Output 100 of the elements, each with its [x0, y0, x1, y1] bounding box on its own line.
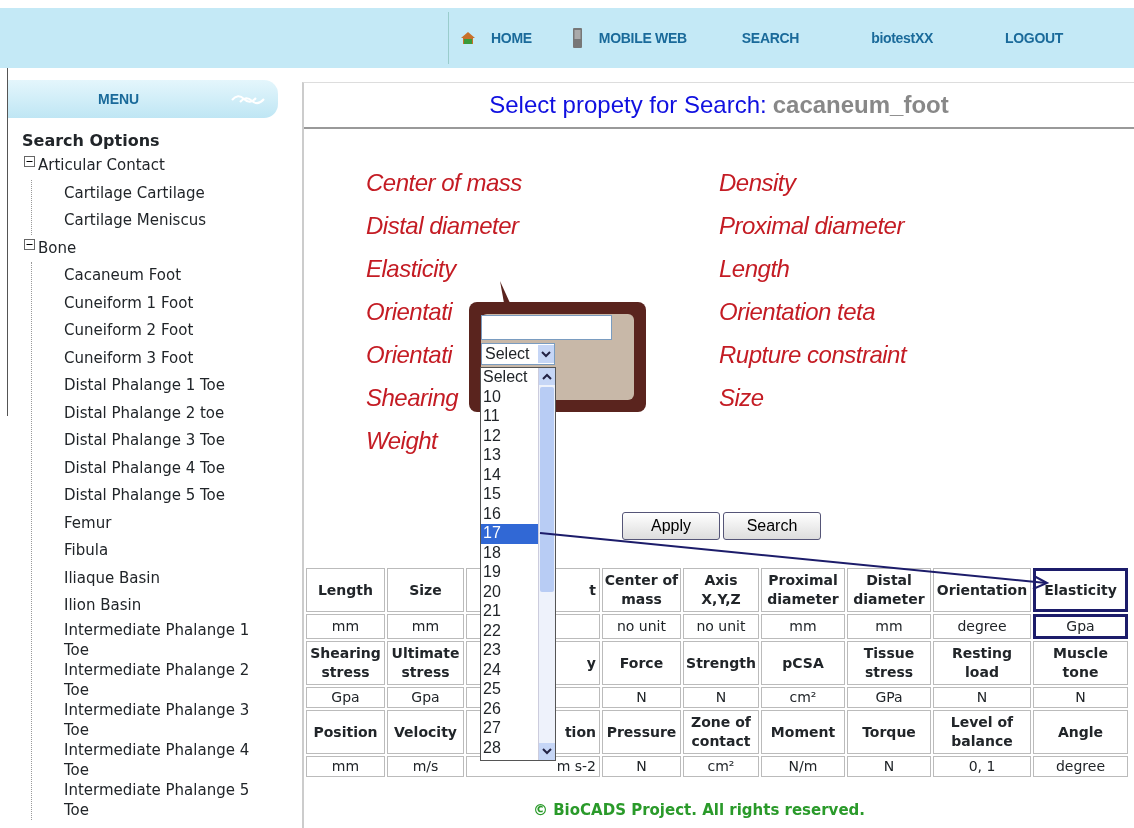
- tree-item[interactable]: Cuneiform 3 Foot: [48, 344, 278, 372]
- collapse-icon[interactable]: [24, 156, 35, 168]
- table-cell: mm: [306, 614, 385, 639]
- property-link[interactable]: Distal diameter: [366, 204, 519, 247]
- dropdown-option[interactable]: 10: [481, 387, 538, 407]
- dropdown-option[interactable]: Select: [481, 368, 538, 388]
- column-header: Level of balance: [933, 710, 1031, 754]
- column-header: Elasticity: [1033, 568, 1128, 612]
- dropdown-option[interactable]: 18: [481, 543, 538, 563]
- column-header: Proximal diameter: [761, 568, 845, 612]
- property-link[interactable]: Weight: [366, 419, 438, 462]
- table-cell: degree: [933, 614, 1031, 639]
- tree-item[interactable]: Distal Phalange 3 Toe: [48, 427, 278, 455]
- tree-item[interactable]: Intermediate Phalange 5 Toe: [48, 779, 278, 820]
- tree-item[interactable]: Cartilage Cartilage: [48, 179, 278, 207]
- page-title: Select propety for Search: cacaneum_foot: [304, 83, 1134, 129]
- dropdown-option[interactable]: 13: [481, 446, 538, 466]
- menu-label: MENU: [98, 91, 140, 107]
- property-link[interactable]: Length: [719, 247, 790, 290]
- nav-link[interactable]: HOME: [461, 30, 532, 46]
- column-header: Angle: [1033, 710, 1128, 754]
- tree-item[interactable]: Iliaque Basin: [48, 564, 278, 592]
- table-cell: mm: [387, 614, 464, 639]
- dropdown-option[interactable]: 17: [481, 524, 538, 544]
- tree-item[interactable]: Intermediate Phalange 4 Toe: [48, 739, 278, 780]
- column-header: Muscle tone: [1033, 641, 1128, 685]
- dropdown-option[interactable]: 24: [481, 660, 538, 680]
- column-header: Velocity: [387, 710, 464, 754]
- table-cell: N: [602, 687, 681, 708]
- dropdown-option[interactable]: 14: [481, 465, 538, 485]
- dropdown-option[interactable]: 12: [481, 426, 538, 446]
- nav-link[interactable]: LOGOUT: [1005, 30, 1064, 46]
- table-cell: Gpa: [1033, 614, 1128, 639]
- action-button[interactable]: Search: [723, 512, 821, 540]
- house-icon: [461, 31, 475, 45]
- collapse-icon[interactable]: [24, 238, 35, 250]
- column-header: Distal diameter: [847, 568, 931, 612]
- property-link[interactable]: Orientati: [366, 290, 453, 333]
- tree-item[interactable]: Distal Phalange 5 Toe: [48, 482, 278, 510]
- footer-text: © BioCADS Project. All rights reserved.: [531, 801, 866, 819]
- tree-item[interactable]: Distal Phalange 1 Toe: [48, 372, 278, 400]
- table-cell: m/s: [387, 756, 464, 777]
- table-cell: N: [683, 687, 759, 708]
- tree-item[interactable]: Cartilage Meniscus: [48, 207, 278, 235]
- nav-link[interactable]: SEARCH: [741, 30, 800, 46]
- property-link[interactable]: Elasticity: [366, 247, 456, 290]
- select-field[interactable]: Select: [481, 343, 555, 365]
- column-header: Resting load: [933, 641, 1031, 685]
- dropdown-option[interactable]: 15: [481, 485, 538, 505]
- tree-item[interactable]: Cuneiform 1 Foot: [48, 289, 278, 317]
- action-button[interactable]: Apply: [622, 512, 720, 540]
- sidebar-title: Search Options: [22, 130, 161, 152]
- column-header: pCSA: [761, 641, 845, 685]
- property-link[interactable]: Proximal diameter: [719, 204, 904, 247]
- property-link[interactable]: Orientati: [366, 333, 453, 376]
- dropdown-option[interactable]: 20: [481, 582, 538, 602]
- table-cell: N: [1033, 687, 1128, 708]
- property-link[interactable]: Density: [719, 161, 796, 204]
- nav-link[interactable]: biotestXX: [871, 30, 933, 46]
- tree-item[interactable]: Ilion Basin: [48, 592, 278, 620]
- table-cell: N: [847, 756, 931, 777]
- dropdown-option[interactable]: 23: [481, 641, 538, 661]
- tree-item[interactable]: Intermediate Phalange 3 Toe: [48, 699, 278, 740]
- property-link[interactable]: Orientation teta: [719, 290, 876, 333]
- input-field[interactable]: [481, 315, 612, 340]
- property-link[interactable]: Size: [719, 376, 764, 419]
- column-header: Ultimate stress: [387, 641, 464, 685]
- column-header: Moment: [761, 710, 845, 754]
- table-cell: cm²: [683, 756, 759, 777]
- dropdown-option[interactable]: 27: [481, 719, 538, 739]
- table-cell: N: [933, 687, 1031, 708]
- nav-link[interactable]: MOBILE WEB: [571, 28, 687, 48]
- tree-item[interactable]: Intermediate Phalange 2 Toe: [48, 659, 278, 700]
- column-header: Length: [306, 568, 385, 612]
- dropdown-option[interactable]: 16: [481, 504, 538, 524]
- table-cell: mm: [306, 756, 385, 777]
- column-header: Center of mass: [602, 568, 681, 612]
- table-cell: degree: [1033, 756, 1128, 777]
- scrollbar[interactable]: [538, 368, 555, 760]
- tree-item[interactable]: Intermediate Phalange 1 Toe: [48, 619, 278, 660]
- tree-item[interactable]: Articular Contact: [38, 152, 165, 180]
- property-link[interactable]: Center of mass: [366, 161, 522, 204]
- chevron-up-icon: [542, 373, 552, 380]
- tree-item[interactable]: Distal Phalange 4 Toe: [48, 454, 278, 482]
- tree-item[interactable]: Femur: [48, 509, 278, 537]
- column-header: Force: [602, 641, 681, 685]
- tree-item[interactable]: Cuneiform 2 Foot: [48, 317, 278, 345]
- tree-item[interactable]: Bone: [38, 234, 77, 262]
- dropdown-option[interactable]: 22: [481, 621, 538, 641]
- tree-item[interactable]: Cacaneum Foot: [48, 262, 278, 290]
- property-link[interactable]: Rupture constraint: [719, 333, 907, 376]
- property-link[interactable]: Shearing: [366, 376, 459, 419]
- tree-item[interactable]: Distal Phalange 2 toe: [48, 399, 278, 427]
- dropdown-option[interactable]: 11: [481, 407, 538, 427]
- table-cell: no unit: [602, 614, 681, 639]
- table-cell: cm²: [761, 687, 845, 708]
- column-header: Shearing stress: [306, 641, 385, 685]
- table-cell: mm: [847, 614, 931, 639]
- tree-item[interactable]: Fibula: [48, 537, 278, 565]
- column-header: Strength: [683, 641, 759, 685]
